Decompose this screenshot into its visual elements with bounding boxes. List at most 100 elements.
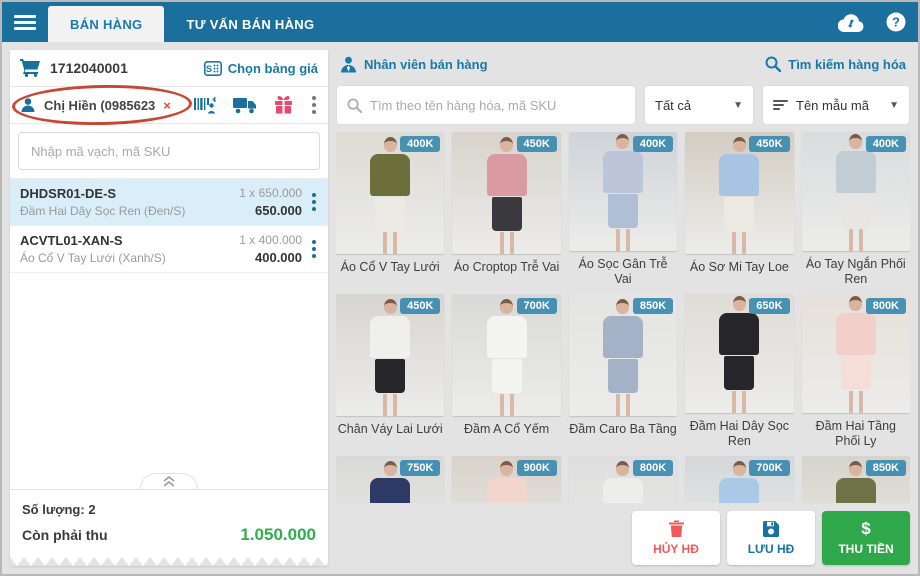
remove-customer-icon[interactable]: × xyxy=(163,98,171,113)
leg xyxy=(849,391,853,413)
menu-icon[interactable] xyxy=(2,2,48,42)
help-icon[interactable]: ? xyxy=(886,12,906,32)
product-card[interactable]: 900K xyxy=(452,456,560,503)
tab-tu-van-ban-hang[interactable]: TƯ VẤN BÁN HÀNG xyxy=(164,6,336,42)
model-legs xyxy=(383,394,397,416)
order-panel: 1712040001 S Chọn bảng giá Chị Hiền (098… xyxy=(10,50,328,566)
cart-item-amounts: 1 x 650.000650.000 xyxy=(239,186,302,218)
cart-item-code: DHDSR01-DE-S xyxy=(20,186,239,201)
customer-chip[interactable]: Chị Hiền (0985623 × xyxy=(20,97,188,113)
leg xyxy=(510,394,514,416)
tab-ban-hang[interactable]: BÁN HÀNG xyxy=(48,6,164,42)
save-invoice-button[interactable]: LƯU HĐ xyxy=(727,511,815,565)
leg xyxy=(859,229,863,251)
model-head xyxy=(733,296,746,311)
product-card[interactable]: 450KÁo Sơ Mi Tay Loe xyxy=(685,132,793,286)
trash-icon xyxy=(669,520,684,537)
product-search-input[interactable] xyxy=(370,98,625,113)
cart-item-more-menu-icon[interactable] xyxy=(310,189,318,215)
model-top-garment xyxy=(487,478,527,503)
product-card[interactable]: 400KÁo Tay Ngắn Phối Ren xyxy=(802,132,910,286)
product-card[interactable]: 850KĐầm Caro Ba Tầng xyxy=(569,294,677,448)
price-badge: 450K xyxy=(400,298,440,314)
choose-pricelist-button[interactable]: S Chọn bảng giá xyxy=(204,61,318,76)
customer-more-menu-icon[interactable] xyxy=(310,92,318,118)
price-badge: 450K xyxy=(749,136,789,152)
product-name: Đầm Caro Ba Tầng xyxy=(569,416,677,448)
model-bottom-garment xyxy=(841,194,871,228)
cloud-sync-icon[interactable] xyxy=(838,13,864,32)
cart-item-total: 400.000 xyxy=(239,250,302,265)
checkout-button[interactable]: $ THU TIỀN xyxy=(822,511,910,565)
tab-label: BÁN HÀNG xyxy=(70,17,142,32)
product-card[interactable]: 450KÁo Croptop Trễ Vai xyxy=(452,132,560,286)
category-filter-dropdown[interactable]: Tất cả ▼ xyxy=(644,85,754,125)
kebab-dot xyxy=(312,193,316,197)
barcode-customer-icon[interactable] xyxy=(194,97,216,114)
product-card[interactable]: 750K xyxy=(336,456,444,503)
customer-icon xyxy=(20,97,36,113)
price-badge: 450K xyxy=(517,136,557,152)
sort-dropdown[interactable]: Tên mẫu mã ▼ xyxy=(762,85,910,125)
product-card[interactable]: 800KĐầm Hai Tầng Phối Ly xyxy=(802,294,910,448)
leg xyxy=(626,229,630,251)
product-photo: 400K xyxy=(802,132,910,251)
model-bottom-garment xyxy=(492,359,522,393)
model-top-garment xyxy=(487,316,527,358)
model-bottom-garment xyxy=(608,194,638,228)
main-area: 1712040001 S Chọn bảng giá Chị Hiền (098… xyxy=(2,42,918,574)
barcode-input[interactable] xyxy=(18,132,320,170)
cancel-invoice-button[interactable]: HỦY HĐ xyxy=(632,511,720,565)
model-top-garment xyxy=(836,478,876,503)
cancel-invoice-label: HỦY HĐ xyxy=(653,542,699,556)
model-top-garment xyxy=(487,154,527,196)
model-head xyxy=(384,137,397,152)
pricelist-icon: S xyxy=(204,61,222,76)
kebab-dot xyxy=(312,254,316,258)
cart-line-item[interactable]: DHDSR01-DE-SĐầm Hai Dây Sọc Ren (Đen/S)1… xyxy=(10,179,328,226)
cart-item-name: Áo Cổ V Tay Lưới (Xanh/S) xyxy=(20,251,239,265)
product-search-box[interactable] xyxy=(336,85,636,125)
model-figure xyxy=(370,137,410,254)
model-top-garment xyxy=(836,313,876,355)
product-card[interactable]: 400KÁo Sọc Gân Trễ Vai xyxy=(569,132,677,286)
delivery-truck-icon[interactable] xyxy=(233,97,257,114)
model-head xyxy=(849,134,862,149)
order-summary: Số lượng: 2 Còn phải thu 1.050.000 xyxy=(10,489,328,566)
expand-summary-handle[interactable] xyxy=(140,473,198,489)
model-head xyxy=(500,299,513,314)
kebab-dot xyxy=(312,247,316,251)
search-products-link[interactable]: Tìm kiếm hàng hóa xyxy=(765,56,906,72)
price-badge: 800K xyxy=(633,460,673,476)
product-card[interactable]: 700KĐầm A Cổ Yếm xyxy=(452,294,560,448)
model-head xyxy=(384,461,397,476)
product-photo: 400K xyxy=(336,132,444,254)
product-card[interactable]: 700K xyxy=(685,456,793,503)
leg xyxy=(616,394,620,416)
model-bottom-garment xyxy=(492,197,522,231)
product-photo: 450K xyxy=(336,294,444,416)
product-card[interactable]: 400KÁo Cổ V Tay Lưới xyxy=(336,132,444,286)
model-figure xyxy=(719,137,759,254)
product-name: Áo Cổ V Tay Lưới xyxy=(336,254,444,286)
cart-item-more-menu-icon[interactable] xyxy=(310,236,318,262)
barcode-entry-row xyxy=(10,124,328,179)
product-photo: 850K xyxy=(802,456,910,503)
model-legs xyxy=(732,232,746,254)
dollar-icon: $ xyxy=(861,520,870,537)
product-card[interactable]: 450KChân Váy Lai Lưới xyxy=(336,294,444,448)
product-card[interactable]: 850K xyxy=(802,456,910,503)
model-bottom-garment xyxy=(375,359,405,393)
cart-line-item[interactable]: ACVTL01-XAN-SÁo Cổ V Tay Lưới (Xanh/S)1 … xyxy=(10,226,328,273)
product-card[interactable]: 800K xyxy=(569,456,677,503)
model-head xyxy=(849,296,862,311)
leg xyxy=(732,232,736,254)
search-products-label: Tìm kiếm hàng hóa xyxy=(788,57,906,72)
chevron-down-icon: ▼ xyxy=(889,100,899,111)
leg xyxy=(626,394,630,416)
gift-icon[interactable] xyxy=(274,96,293,114)
price-badge: 800K xyxy=(866,298,906,314)
sales-staff-button[interactable]: Nhân viên bán hàng xyxy=(340,56,488,73)
price-badge: 750K xyxy=(400,460,440,476)
product-card[interactable]: 650KĐầm Hai Dây Sọc Ren xyxy=(685,294,793,448)
